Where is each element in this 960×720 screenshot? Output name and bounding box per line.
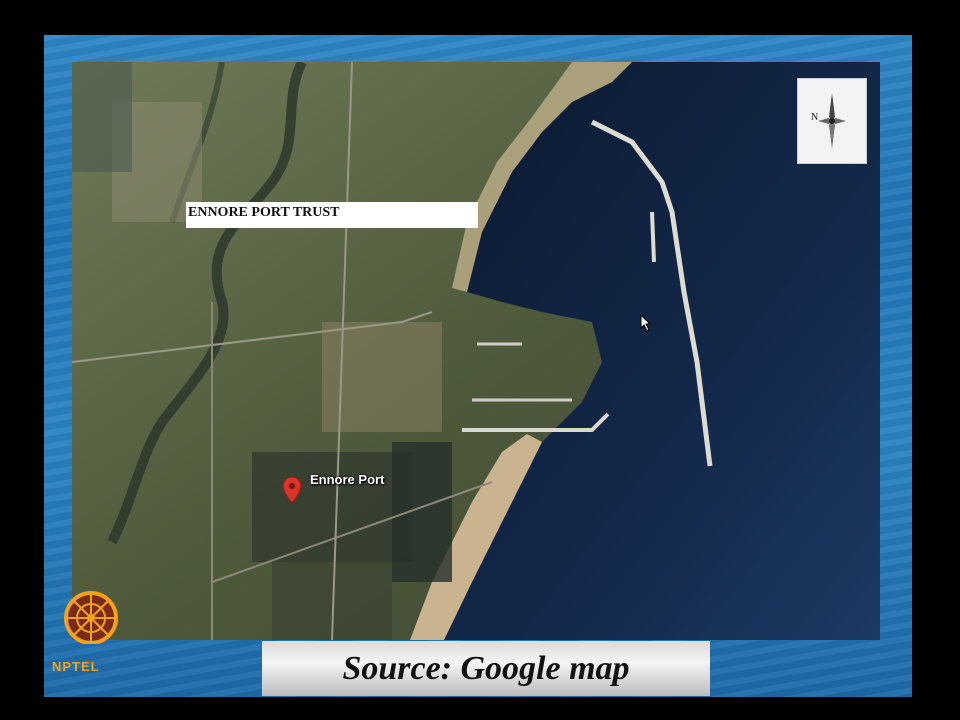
source-text: Source: Google map: [342, 649, 630, 687]
satellite-map[interactable]: [72, 62, 880, 640]
map-imagery: [72, 62, 880, 640]
source-caption: Source: Google map: [262, 641, 710, 696]
region-label: ENNORE PORT TRUST: [186, 202, 478, 228]
nptel-logo-icon: [56, 588, 126, 645]
cursor-icon: [640, 313, 652, 337]
pin-label: Ennore Port: [310, 472, 385, 487]
compass-north-label: N: [811, 112, 819, 123]
compass-icon: N: [797, 78, 867, 164]
map-pin-icon[interactable]: [282, 476, 302, 509]
nptel-brand-text: NPTEL: [52, 659, 100, 674]
